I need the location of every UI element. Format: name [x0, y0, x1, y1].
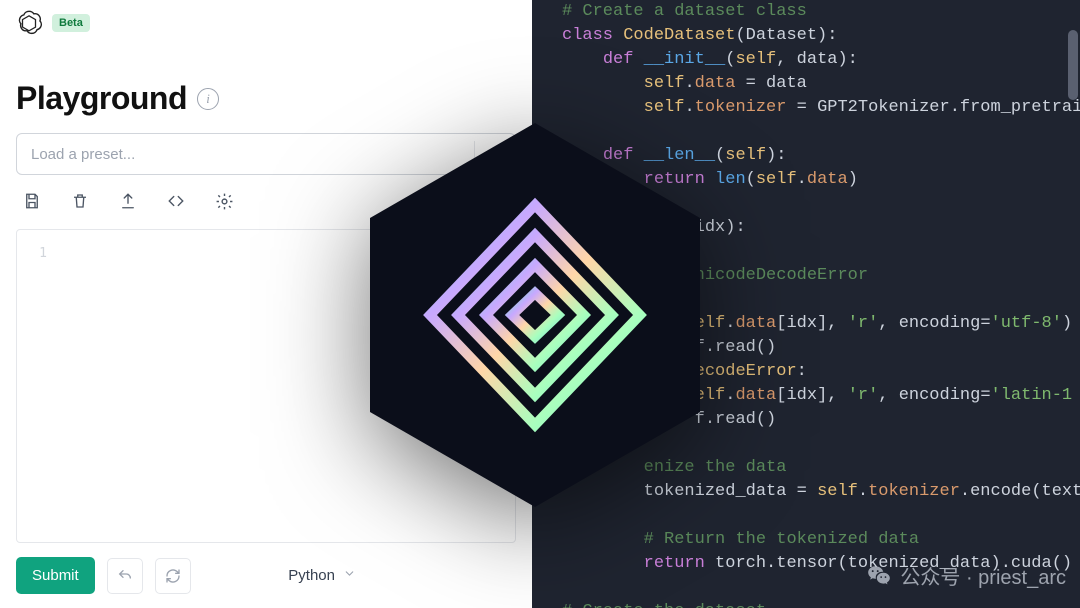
regenerate-button[interactable]	[155, 558, 191, 594]
code-line: class CodeDataset(Dataset):	[562, 24, 1080, 48]
preset-placeholder: Load a preset...	[31, 146, 135, 163]
gear-icon[interactable]	[214, 191, 234, 211]
wechat-icon	[866, 563, 892, 589]
vertical-scrollbar[interactable]	[1068, 0, 1078, 608]
code-icon[interactable]	[166, 191, 186, 211]
undo-button[interactable]	[107, 558, 143, 594]
scrollbar-thumb[interactable]	[1068, 30, 1078, 100]
code-line: # Create a dataset class	[562, 0, 1080, 24]
watermark: 公众号 · priest_arc	[866, 561, 1066, 590]
line-number: 1	[27, 246, 47, 261]
language-select[interactable]: Python	[288, 567, 356, 584]
hex-logo-icon	[360, 115, 710, 515]
top-bar: Beta	[0, 0, 532, 40]
beta-badge: Beta	[52, 14, 90, 32]
openai-logo-icon	[16, 10, 42, 36]
info-icon[interactable]: i	[197, 88, 219, 110]
chevron-down-icon	[343, 567, 356, 584]
upload-icon[interactable]	[118, 191, 138, 211]
watermark-text: 公众号 · priest_arc	[900, 561, 1066, 590]
trash-icon[interactable]	[70, 191, 90, 211]
editor-gutter: 1	[17, 230, 57, 542]
code-line: self.data = data	[562, 72, 1080, 96]
code-line: def __init__(self, data):	[562, 48, 1080, 72]
submit-button[interactable]: Submit	[16, 557, 95, 594]
code-line: # Create the dataset	[562, 600, 1080, 608]
language-label: Python	[288, 567, 335, 584]
save-icon[interactable]	[22, 191, 42, 211]
bottom-bar: Submit Python	[0, 543, 532, 608]
page-title: Playground	[16, 80, 187, 117]
code-line: # Return the tokenized data	[562, 528, 1080, 552]
